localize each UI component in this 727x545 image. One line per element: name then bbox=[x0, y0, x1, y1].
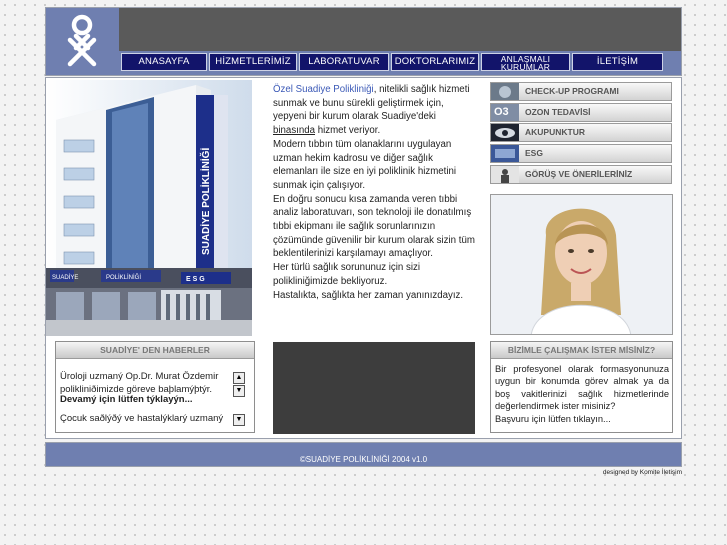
menu-esg[interactable]: ESG bbox=[490, 144, 672, 163]
building-photo: SUADİYE POLİKLİNİĞİ SUADİYE POLİKLİNİĞİ … bbox=[46, 80, 252, 336]
doctor-illustration bbox=[491, 195, 672, 334]
scroll-down-button[interactable]: ▼ bbox=[233, 385, 245, 397]
nav-partner-line2: KURUMLAR bbox=[500, 62, 551, 72]
nav-doctors[interactable]: DOKTORLARIMIZ bbox=[391, 53, 479, 71]
building-sign-esg: E S G bbox=[186, 276, 205, 283]
logo-icon bbox=[67, 14, 97, 67]
scroll-up-button[interactable]: ▲ bbox=[233, 372, 245, 384]
checkup-thumb-icon bbox=[491, 83, 519, 100]
menu-checkup[interactable]: CHECK-UP PROGRAMI bbox=[490, 82, 672, 101]
menu-ozone[interactable]: O3 OZON TEDAVİSİ bbox=[490, 103, 672, 122]
intro-building-link[interactable]: binasında bbox=[273, 125, 315, 136]
career-apply-link[interactable]: Başvuru için lütfen tıklayın... bbox=[495, 414, 611, 424]
menu-acupuncture[interactable]: AKUPUNKTUR bbox=[490, 123, 672, 142]
intro-p1-end: hizmet veriyor. bbox=[315, 125, 381, 137]
news-item-2: Çocuk saðlýðý ve hastalýklarý uzmaný bbox=[60, 413, 224, 424]
intro-p2: Modern tıbbın tüm olanaklarını uygulayan… bbox=[273, 138, 457, 191]
nav-home[interactable]: ANASAYFA bbox=[121, 53, 207, 71]
building-sign-left: SUADİYE bbox=[52, 274, 78, 281]
menu-acupuncture-label: AKUPUNKTUR bbox=[525, 127, 585, 137]
designed-by[interactable]: designed by Komite İletişim bbox=[560, 469, 682, 476]
nav-services[interactable]: HİZMETLERİMİZ bbox=[209, 53, 297, 71]
nav-partner-institutions[interactable]: ANLAŞMALI KURUMLAR bbox=[481, 53, 570, 71]
esg-thumb-icon bbox=[491, 145, 519, 162]
news-title: SUADİYE' DEN HABERLER bbox=[56, 342, 254, 359]
menu-feedback[interactable]: GÖRÜŞ VE ÖNERİLERİNİZ bbox=[490, 165, 672, 184]
intro-clinic-link[interactable]: Özel Suadiye Polikliniği bbox=[273, 84, 374, 95]
intro-p5: Hastalıkta, sağlıkta her zaman yanınızda… bbox=[273, 289, 464, 301]
eye-icon bbox=[491, 124, 519, 141]
menu-feedback-label: GÖRÜŞ VE ÖNERİLERİNİZ bbox=[525, 169, 633, 179]
header-band bbox=[119, 8, 681, 51]
menu-ozone-label: OZON TEDAVİSİ bbox=[525, 107, 591, 117]
person-thumb-icon bbox=[491, 166, 519, 183]
doctor-photo bbox=[490, 194, 673, 335]
ozone-badge: O3 bbox=[494, 106, 509, 118]
nav-laboratory[interactable]: LABORATUVAR bbox=[299, 53, 389, 71]
menu-checkup-label: CHECK-UP PROGRAMI bbox=[525, 86, 619, 96]
building-vertical-sign: SUADİYE POLİKLİNİĞİ bbox=[199, 148, 212, 255]
career-body: Bir profesyonel olarak formasyonunuza uy… bbox=[495, 364, 669, 412]
logo[interactable] bbox=[46, 8, 119, 75]
building-illustration: SUADİYE POLİKLİNİĞİ SUADİYE POLİKLİNİĞİ … bbox=[46, 80, 252, 336]
intro-p3: En doğru sonucu kısa zamanda veren tıbbi… bbox=[273, 193, 475, 260]
nav-contact[interactable]: İLETİŞİM bbox=[572, 53, 663, 71]
building-sign-right: POLİKLİNİĞİ bbox=[106, 274, 141, 281]
media-panel[interactable] bbox=[273, 342, 475, 434]
career-title: BİZİMLE ÇALIŞMAK İSTER MİSİNİZ? bbox=[491, 342, 672, 359]
intro-p4: Her türlü sağlık sorununuz için sizi pol… bbox=[273, 262, 420, 287]
menu-esg-label: ESG bbox=[525, 148, 543, 158]
intro-text: Özel Suadiye Polikliniği, nitelikli sağl… bbox=[273, 83, 478, 302]
news-item-1: Üroloji uzmaný Op.Dr. Murat Özdemir poli… bbox=[60, 371, 219, 395]
scroll-down-button-2[interactable]: ▼ bbox=[233, 414, 245, 426]
footer: ©SUADİYE POLİKLİNİĞİ 2004 v1.0 bbox=[45, 442, 682, 467]
career-text: Bir profesyonel olarak formasyonunuza uy… bbox=[495, 363, 669, 425]
news-item-1-link[interactable]: Devamý için lütfen týklayýn... bbox=[60, 394, 232, 407]
